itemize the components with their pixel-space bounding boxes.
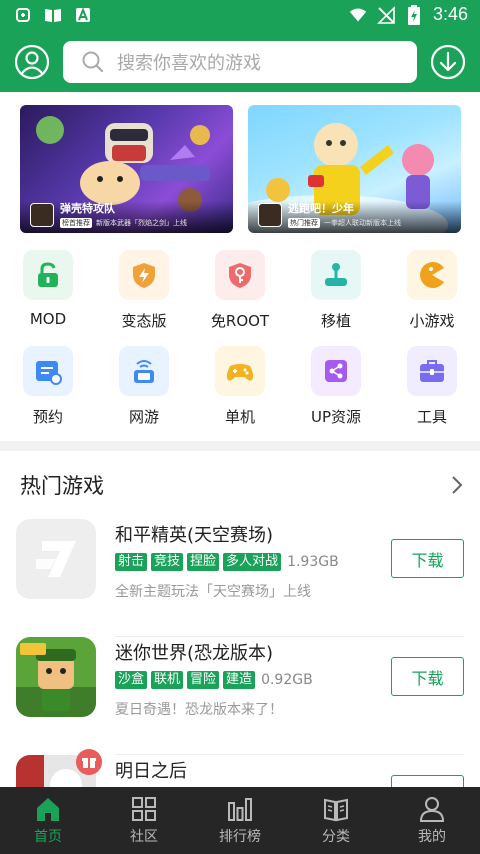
game-icon: [16, 519, 96, 599]
list-item[interactable]: 和平精英(天空赛场) 射击 竞技 捏脸 多人对战 1.93GB 全新主题玩法「天…: [0, 519, 480, 637]
banner-thumbnail: [258, 203, 282, 227]
share-icon: [311, 346, 361, 396]
game-tag: 建造: [223, 671, 256, 689]
category-label: 变态版: [121, 312, 167, 330]
download-button[interactable]: 下载: [391, 539, 464, 578]
game-size: 1.93GB: [287, 554, 339, 570]
search-icon: [81, 50, 105, 74]
category-label: MOD: [29, 310, 67, 328]
download-button[interactable]: 下载: [391, 657, 464, 696]
grid-icon: [132, 797, 156, 821]
search-placeholder: 搜索你喜欢的游戏: [117, 53, 261, 74]
app-icon: [14, 6, 32, 24]
gamepad-icon: [215, 346, 265, 396]
nav-ranking[interactable]: 排行榜: [192, 787, 288, 854]
nav-label: 首页: [34, 829, 62, 845]
banner-subtitle-text: 新版本武器「烈焰之剑」上线: [96, 219, 187, 227]
bottom-navigation: 首页 社区 排行榜 分类 我的: [0, 787, 480, 854]
search-input[interactable]: 搜索你喜欢的游戏: [63, 41, 417, 83]
category-up-resource[interactable]: UP资源: [296, 346, 376, 427]
gift-icon: [76, 749, 102, 775]
banner-tag: 榜首推荐: [60, 218, 92, 228]
bar-chart-icon: [228, 798, 252, 821]
nav-label: 排行榜: [219, 829, 261, 845]
category-single[interactable]: 单机: [200, 346, 280, 427]
banner-title: 弹壳特攻队: [60, 202, 115, 215]
banner-subtitle: 榜首推荐 新版本武器「烈焰之剑」上线: [60, 218, 187, 228]
banner-thumbnail: [30, 203, 54, 227]
category-noroot[interactable]: 免ROOT: [200, 250, 280, 331]
game-icon: [16, 637, 96, 717]
game-tag: 竞技: [151, 553, 184, 571]
game-tag: 捏脸: [187, 553, 220, 571]
person-icon: [419, 797, 445, 822]
app-header: 搜索你喜欢的游戏: [0, 32, 480, 92]
game-name: 和平精英(天空赛场): [115, 525, 274, 546]
book-icon: [324, 798, 348, 822]
banner-tag: 热门推荐: [288, 218, 320, 228]
category-label: 工具: [416, 408, 447, 426]
nav-profile[interactable]: 我的: [384, 787, 480, 854]
toolbox-icon: [407, 346, 457, 396]
battery-charging-icon: [405, 4, 423, 25]
category-label: 预约: [32, 408, 63, 426]
nav-label: 社区: [130, 829, 158, 845]
category-port[interactable]: 移植: [296, 250, 376, 331]
game-tag: 联机: [151, 671, 184, 689]
category-minigame[interactable]: 小游戏: [392, 250, 472, 331]
game-name: 明日之后: [115, 761, 187, 782]
game-description: 全新主题玩法「天空赛场」上线: [115, 584, 311, 600]
lightning-shield-icon: [119, 250, 169, 300]
joystick-icon: [311, 250, 361, 300]
category-reserve[interactable]: 预约: [8, 346, 88, 427]
game-tag: 沙盒: [115, 671, 148, 689]
nav-category[interactable]: 分类: [288, 787, 384, 854]
chevron-right-icon[interactable]: [450, 474, 464, 496]
category-label: 网游: [128, 408, 159, 426]
a-icon: [74, 6, 92, 24]
book-icon: [44, 6, 62, 24]
game-size: 0.92GB: [261, 672, 313, 688]
calendar-icon: [23, 346, 73, 396]
game-name: 迷你世界(恐龙版本): [115, 643, 274, 664]
category-mod[interactable]: MOD: [8, 250, 88, 328]
game-tags: 射击 竞技 捏脸 多人对战 1.93GB: [115, 553, 339, 571]
category-online[interactable]: 网游: [104, 346, 184, 427]
banner-subtitle-text: 一拳超人联动新版本上线: [324, 219, 401, 227]
list-item[interactable]: 迷你世界(恐龙版本) 沙盒 联机 冒险 建造 0.92GB 夏日奇遇！恐龙版本来…: [0, 637, 480, 755]
nav-label: 分类: [322, 829, 350, 845]
category-tools[interactable]: 工具: [392, 346, 472, 427]
pacman-icon: [407, 250, 457, 300]
status-time: 3:46: [432, 4, 468, 24]
online-device-icon: [119, 346, 169, 396]
status-bar: 3:46: [0, 0, 480, 32]
nav-home[interactable]: 首页: [0, 787, 96, 854]
home-icon: [37, 798, 59, 821]
banner-subtitle: 热门推荐 一拳超人联动新版本上线: [288, 218, 401, 228]
banner-title: 逃跑吧！少年: [288, 202, 354, 215]
section-title: 热门游戏: [20, 474, 104, 498]
section-divider: [0, 441, 480, 451]
game-tag: 射击: [115, 553, 148, 571]
unlock-icon: [23, 250, 73, 300]
category-biantai[interactable]: 变态版: [104, 250, 184, 331]
category-label: UP资源: [310, 408, 362, 426]
category-label: 移植: [320, 312, 351, 330]
game-tag: 冒险: [187, 671, 220, 689]
key-shield-icon: [215, 250, 265, 300]
category-label: 小游戏: [409, 312, 455, 330]
user-icon[interactable]: [14, 44, 50, 80]
game-tag: 多人对战: [223, 553, 282, 571]
game-description: 夏日奇遇！恐龙版本来了！: [115, 702, 283, 718]
wifi-icon: [349, 6, 367, 24]
banner-card[interactable]: 逃跑吧！少年 热门推荐 一拳超人联动新版本上线: [248, 105, 461, 233]
category-label: 免ROOT: [210, 312, 270, 330]
banner-card[interactable]: 弹壳特攻队 榜首推荐 新版本武器「烈焰之剑」上线: [20, 105, 233, 233]
nav-label: 我的: [418, 829, 446, 845]
game-tags: 沙盒 联机 冒险 建造 0.92GB: [115, 671, 313, 689]
download-icon[interactable]: [430, 44, 466, 80]
category-label: 单机: [224, 408, 255, 426]
nav-community[interactable]: 社区: [96, 787, 192, 854]
no-signal-icon: [377, 5, 395, 24]
